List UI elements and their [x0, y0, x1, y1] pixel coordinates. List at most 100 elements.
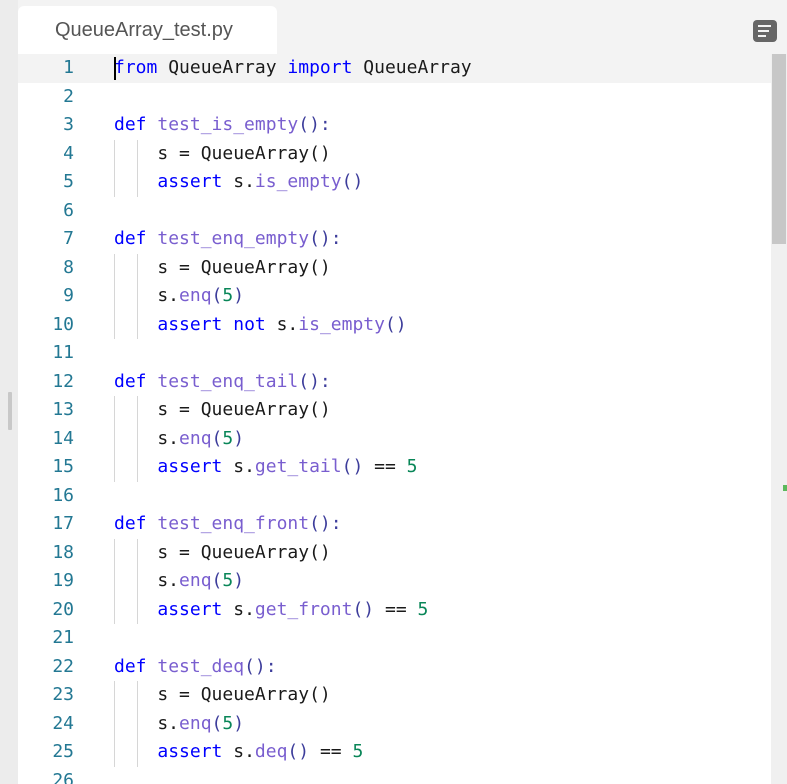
code-token: s = QueueArray(): [114, 541, 331, 563]
code-text: assert s.is_empty(): [114, 168, 363, 197]
code-line[interactable]: 11: [18, 339, 771, 368]
code-line[interactable]: 21: [18, 624, 771, 653]
code-line[interactable]: 15 assert s.get_tail() == 5: [18, 453, 771, 482]
vertical-scrollbar[interactable]: [771, 54, 787, 784]
code-token: def: [114, 655, 147, 677]
code-token: s.: [114, 285, 180, 306]
indent-guide: [114, 681, 115, 767]
code-token: ():: [309, 513, 342, 534]
code-token: QueueArray: [352, 57, 472, 78]
code-line[interactable]: 24 s.enq(5): [18, 710, 771, 739]
code-line[interactable]: 1 from QueueArray import QueueArray: [18, 54, 771, 83]
code-token: s.: [114, 427, 180, 449]
line-number: 1: [63, 57, 74, 78]
code-token: ():: [298, 114, 331, 135]
scrollbar-thumb[interactable]: [772, 54, 786, 244]
code-line[interactable]: 23 s = QueueArray(): [18, 681, 771, 710]
code-text: def test_enq_empty():: [114, 225, 342, 254]
code-line[interactable]: 10 assert not s.is_empty(): [18, 311, 771, 340]
code-text: s.enq(5): [114, 425, 244, 454]
line-number: 11: [52, 342, 74, 363]
code-token: is_empty: [254, 171, 342, 192]
tab-label: QueueArray_test.py: [55, 18, 233, 41]
code-line[interactable]: 6: [18, 197, 771, 226]
line-number: 2: [63, 85, 74, 107]
code-token: is_empty: [298, 313, 385, 335]
code-text: assert s.deq() == 5: [114, 738, 363, 767]
line-number: 3: [63, 114, 74, 135]
indent-guide: [114, 139, 115, 197]
code-line[interactable]: 13 s = QueueArray(): [18, 396, 771, 425]
code-token: s.: [222, 171, 255, 192]
code-editor[interactable]: 1 from QueueArray import QueueArray 2 3 def …: [18, 54, 771, 784]
line-number: 15: [52, 456, 74, 477]
code-token: def: [114, 114, 147, 135]
code-token: test_is_empty: [157, 114, 299, 135]
code-token: s.: [265, 313, 299, 335]
line-number: 19: [52, 570, 74, 591]
left-panel-gutter: [0, 0, 18, 784]
code-text: assert s.get_front() == 5: [114, 596, 428, 625]
code-line[interactable]: 4 s = QueueArray(): [18, 140, 771, 169]
code-line[interactable]: 8 s = QueueArray(): [18, 254, 771, 283]
indent-guide: [114, 538, 115, 624]
code-token: ():: [309, 228, 342, 249]
code-token: (): [384, 313, 407, 335]
code-line[interactable]: 14 s.enq(5): [18, 425, 771, 454]
code-token: 5: [222, 570, 234, 591]
code-text: s = QueueArray(): [114, 140, 331, 169]
code-token: test_enq_front: [157, 513, 310, 534]
code-line[interactable]: 2: [18, 83, 771, 112]
code-token: s = QueueArray(): [114, 399, 331, 420]
code-token: 5: [222, 427, 234, 449]
code-token: ==: [374, 598, 418, 620]
code-line[interactable]: 9 s.enq(5): [18, 282, 771, 311]
code-text: def test_deq():: [114, 653, 277, 682]
code-line[interactable]: 20 assert s.get_front() == 5: [18, 596, 771, 625]
code-line[interactable]: 25 assert s.deq() == 5: [18, 738, 771, 767]
indent-guide: [137, 139, 138, 197]
code-token: 5: [222, 285, 234, 306]
tab-file[interactable]: QueueArray_test.py: [18, 6, 277, 54]
code-token: ): [233, 285, 245, 306]
code-token: 5: [222, 712, 234, 734]
code-line[interactable]: 12 def test_enq_tail():: [18, 368, 771, 397]
code-token: assert: [157, 456, 223, 477]
line-number: 25: [52, 741, 74, 762]
code-token: 5: [417, 598, 429, 620]
code-token: ():: [298, 370, 331, 392]
line-number: 7: [63, 228, 74, 249]
code-text: s.enq(5): [114, 567, 244, 596]
code-token: ():: [244, 655, 277, 677]
code-line[interactable]: 5 assert s.is_empty(): [18, 168, 771, 197]
line-number: 26: [52, 769, 74, 784]
indent-guide: [137, 538, 138, 624]
code-token: deq: [254, 741, 288, 762]
code-token: assert: [157, 171, 223, 192]
code-line[interactable]: 17 def test_enq_front():: [18, 510, 771, 539]
line-number: 24: [52, 712, 74, 734]
code-line[interactable]: 26: [18, 767, 771, 784]
code-token: (): [341, 456, 364, 477]
code-line[interactable]: 22 def test_deq():: [18, 653, 771, 682]
code-line[interactable]: 19 s.enq(5): [18, 567, 771, 596]
code-token: s.: [114, 712, 180, 734]
code-token: (: [211, 712, 223, 734]
code-line[interactable]: 18 s = QueueArray(): [18, 539, 771, 568]
line-number: 20: [52, 598, 74, 620]
code-text: def test_enq_tail():: [114, 368, 331, 397]
panel-resize-handle[interactable]: [8, 392, 12, 430]
code-token: (): [287, 741, 310, 762]
code-line[interactable]: 7 def test_enq_empty():: [18, 225, 771, 254]
menu-icon[interactable]: [753, 20, 777, 42]
code-token: s = QueueArray(): [114, 142, 331, 164]
code-line[interactable]: 3 def test_is_empty():: [18, 111, 771, 140]
line-number: 23: [52, 684, 74, 705]
code-token: assert: [157, 313, 223, 335]
code-token: assert: [157, 741, 223, 762]
code-line[interactable]: 16: [18, 482, 771, 511]
